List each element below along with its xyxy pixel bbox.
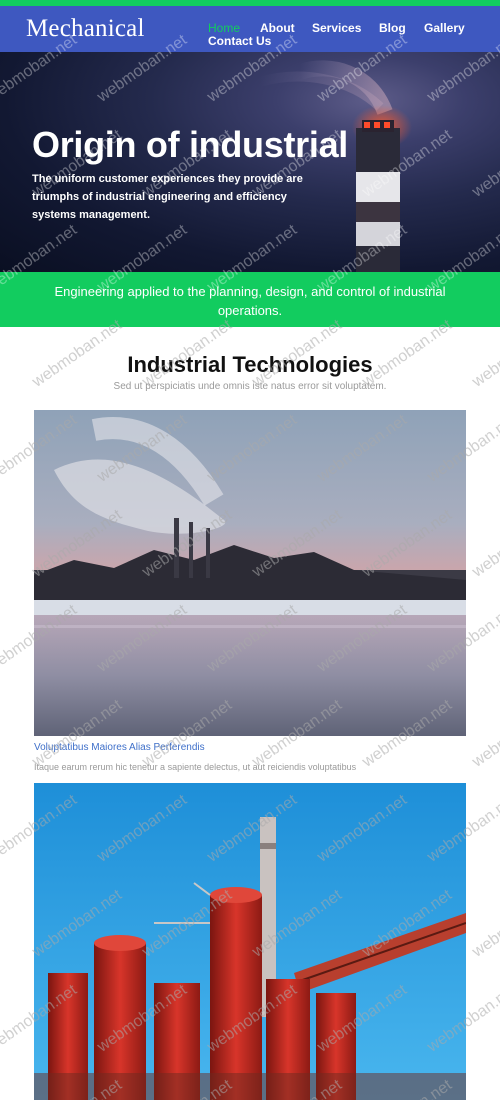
card-description: Itaque earum rerum hic tenetur a sapient… xyxy=(34,762,357,772)
site-header: Mechanical Home About Services Blog Gall… xyxy=(0,6,500,52)
watermark-text: webmoban.net xyxy=(469,1077,500,1100)
section-title: Industrial Technologies xyxy=(127,352,373,377)
card-title[interactable]: Voluptatibus Maiores Alias Perferendis xyxy=(34,742,205,753)
nav-gallery[interactable]: Gallery xyxy=(424,22,465,35)
watermark-text: webmoban.net xyxy=(469,886,500,961)
nav-blog[interactable]: Blog xyxy=(379,22,406,35)
site-logo[interactable]: Mechanical xyxy=(26,15,145,43)
red-silos-photo[interactable] xyxy=(34,783,466,1100)
hero-title: Origin of industrial xyxy=(32,124,348,165)
hero-description: The uniform customer experiences they pr… xyxy=(32,173,303,221)
nav-services[interactable]: Services xyxy=(312,22,361,35)
section-subtitle: Sed ut perspiciatis unde omnis iste natu… xyxy=(113,381,387,392)
watermark-text: webmoban.net xyxy=(469,696,500,771)
watermark-text: webmoban.net xyxy=(469,506,500,581)
banner-text: Engineering applied to the planning, des… xyxy=(54,284,446,318)
nav-contact-us[interactable]: Contact Us xyxy=(208,35,271,48)
factory-lake-photo[interactable] xyxy=(34,410,466,736)
green-banner: Engineering applied to the planning, des… xyxy=(0,272,500,327)
hero-section: Origin of industrial The uniform custome… xyxy=(0,52,500,272)
